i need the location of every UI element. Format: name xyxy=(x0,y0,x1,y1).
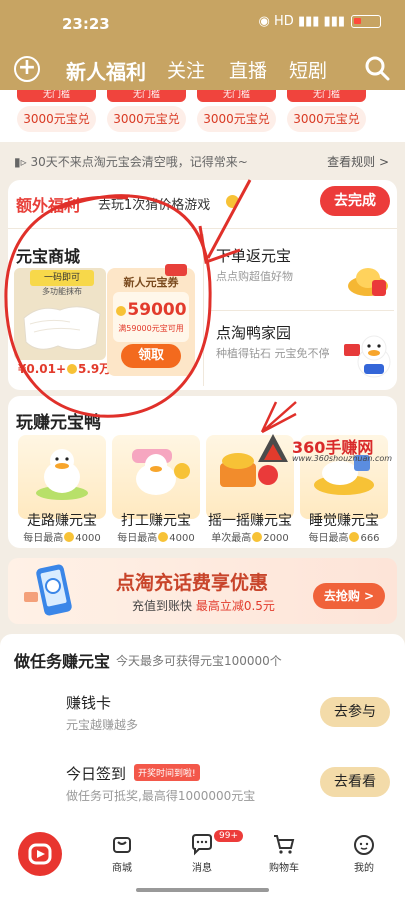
battery-icon xyxy=(351,15,381,28)
watermark: 360手赚网 www.360shouzhuan.com xyxy=(256,432,396,468)
duck-home-sub: 种植得钻石 元宝免不停 xyxy=(216,347,330,360)
product-image[interactable]: 一码即可 多功能抹布 xyxy=(14,268,106,360)
status-icons: ◉ HD ▮▮▮ ▮▮▮ xyxy=(259,14,381,29)
recharge-banner[interactable]: 点淘充话费享优惠 充值到账快 最高立减0.5元 去抢购 > xyxy=(8,558,397,624)
nav-profile[interactable]: 我的 xyxy=(334,832,394,874)
duck-walk-icon xyxy=(36,449,88,500)
walk-game-tile[interactable] xyxy=(18,435,106,519)
coin-icon xyxy=(116,306,127,316)
cashback-title[interactable]: 下单返元宝 xyxy=(216,245,291,266)
task-title: 赚钱卡 xyxy=(66,694,112,712)
tab-new-user[interactable]: 新人福利 xyxy=(66,56,146,85)
play-logo-icon xyxy=(28,843,52,865)
message-icon xyxy=(192,834,212,856)
profile-icon xyxy=(354,835,374,855)
divider xyxy=(203,234,204,386)
task-badge: 开奖时间到啦! xyxy=(134,764,200,781)
divider xyxy=(208,310,394,311)
extra-welfare-desc: 去玩1次猜价格游戏 xyxy=(98,198,211,213)
participate-button[interactable]: 去参与 xyxy=(320,697,390,727)
game-sub: 每日最高 666 xyxy=(308,532,380,544)
duck-work-icon xyxy=(132,449,190,495)
play-section-title: 玩赚元宝鸭 xyxy=(16,413,101,433)
coupon-item[interactable]: 3000元宝兑 xyxy=(197,106,276,132)
gold-ingot-icon xyxy=(348,268,388,296)
game-label: 摇一摇赚元宝 xyxy=(208,513,292,529)
divider xyxy=(8,228,397,229)
tab-follow[interactable]: 关注 xyxy=(167,56,205,83)
game-sub: 每日最高 4000 xyxy=(23,532,101,544)
task-sub: 元宝越赚越多 xyxy=(66,718,139,732)
product-tag: 一码即可 xyxy=(30,270,94,286)
work-game-tile[interactable] xyxy=(112,435,200,519)
grab-button[interactable]: 去抢购 > xyxy=(313,583,385,609)
top-nav: + 新人福利 关注 直播 短剧 xyxy=(0,50,405,90)
view-button[interactable]: 去看看 xyxy=(320,767,390,797)
signal-icons: ◉ HD ▮▮▮ ▮▮▮ xyxy=(258,14,345,29)
status-time: 23:23 xyxy=(62,15,110,33)
tab-short-drama[interactable]: 短剧 xyxy=(289,56,327,83)
coupon-value: 59000 xyxy=(115,300,187,320)
new-user-coupon[interactable]: 新人元宝券 59000 满59000元宝可用 领取 xyxy=(107,264,195,376)
banner-title: 点淘充话费享优惠 xyxy=(116,572,269,594)
cart-icon xyxy=(274,835,295,854)
coupon-item[interactable]: 3000元宝兑 xyxy=(17,106,96,132)
task-title: 今日签到 xyxy=(66,765,127,783)
home-indicator xyxy=(136,888,269,892)
game-label: 走路赚元宝 xyxy=(27,513,97,529)
duck-home-title[interactable]: 点淘鸭家园 xyxy=(216,322,291,343)
coupon-tab: 无门槛 xyxy=(197,90,276,102)
phone-recharge-icon xyxy=(24,564,72,616)
cashback-sub: 点点购超值好物 xyxy=(216,270,293,283)
coupon-tab: 无门槛 xyxy=(287,90,366,102)
add-icon[interactable]: + xyxy=(14,56,40,82)
claim-button[interactable]: 领取 xyxy=(121,344,181,368)
notice-bar: ▮▹ 30天不来点淘元宝会清空哦，记得常来~ 查看规则 > xyxy=(0,148,405,176)
nav-mall[interactable]: 商城 xyxy=(92,832,152,874)
watermark-logo xyxy=(258,434,288,462)
nav-cart[interactable]: 购物车 xyxy=(254,832,314,874)
yuanbao-mall-title: 元宝商城 xyxy=(16,247,81,266)
game-sub: 每日最高 4000 xyxy=(117,532,195,544)
speaker-icon: ▮▹ xyxy=(14,155,31,169)
home-button[interactable] xyxy=(18,832,62,876)
tasks-title: 做任务赚元宝 xyxy=(14,652,111,671)
task-sub: 做任务可抵奖,最高得1000000元宝 xyxy=(66,789,256,803)
coupon-label: 新人元宝券 xyxy=(123,276,179,289)
coupon-tab: 无门槛 xyxy=(107,90,186,102)
coupon-item[interactable]: 3000元宝兑 xyxy=(107,106,186,132)
coupon-item[interactable]: 3000元宝兑 xyxy=(287,106,366,132)
message-badge: 99+ xyxy=(214,830,243,842)
mall-icon xyxy=(113,837,131,853)
product-price: ¥0.01+ 5.9万 xyxy=(18,362,112,376)
duck-mascot-icon xyxy=(344,335,391,378)
coupon-condition: 满59000元宝可用 xyxy=(118,324,184,333)
game-label: 睡觉赚元宝 xyxy=(309,513,379,529)
banner-subtitle: 充值到账快 最高立减0.5元 xyxy=(132,599,275,613)
tab-live[interactable]: 直播 xyxy=(229,56,267,83)
notice-text: ▮▹ 30天不来点淘元宝会清空哦，记得常来~ xyxy=(14,155,248,169)
coupon-tab: 无门槛 xyxy=(17,90,96,102)
game-sub: 单次最高 2000 xyxy=(211,532,289,544)
status-bar: 23:23 ◉ HD ▮▮▮ ▮▮▮ xyxy=(0,0,405,50)
product-tag-2: 多功能抹布 xyxy=(42,287,82,296)
extra-welfare-title: 额外福利 xyxy=(16,196,81,215)
watermark-url: www.360shouzhuan.com xyxy=(292,454,393,463)
search-icon[interactable] xyxy=(363,54,391,82)
tasks-subtitle: 今天最多可获得元宝100000个 xyxy=(116,654,282,668)
view-rules-link[interactable]: 查看规则 > xyxy=(327,153,389,170)
game-label: 打工赚元宝 xyxy=(121,513,191,529)
coin-icon xyxy=(67,364,78,374)
coin-icon xyxy=(226,195,239,208)
complete-button[interactable]: 去完成 xyxy=(320,186,390,216)
cloth-icon xyxy=(23,306,101,350)
